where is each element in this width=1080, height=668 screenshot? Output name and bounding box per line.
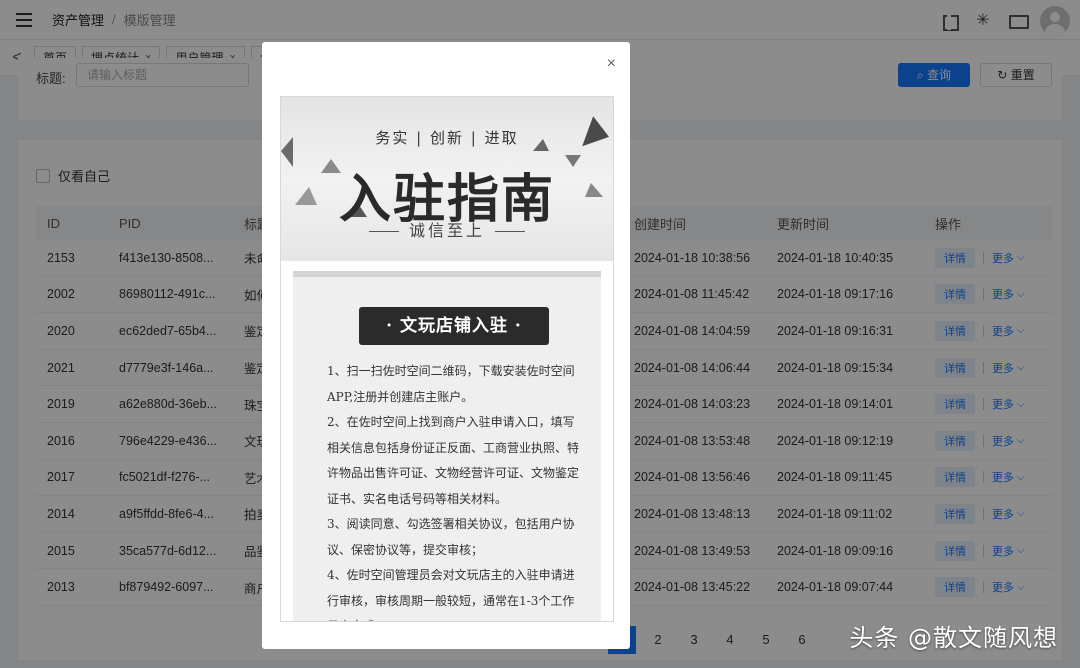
poster-header: 务实 | 创新 | 进取 入驻指南 诚信至上 — [281, 97, 613, 261]
poster-body: · 文玩店铺入驻 · 1、扫一扫佐时空间二维码，下载安装佐时空间APP,注册并创… — [293, 271, 601, 621]
poster-step: 4、佐时空间管理员会对文玩店主的入驻申请进行审核，审核周期一般较短，通常在1-3… — [327, 568, 575, 621]
watermark: 头条 @散文随风想 — [849, 624, 1058, 652]
template-preview-modal: × 务实 | 创新 | 进取 入驻指南 诚信至上 · 文玩店铺入驻 · 1、扫一… — [262, 42, 630, 649]
close-icon[interactable]: × — [607, 56, 616, 72]
poster-step: 3、阅读同意、勾选签署相关协议，包括用户协议、保密协议等，提交审核； — [327, 517, 575, 557]
poster-subtitle-text: 诚信至上 — [408, 221, 485, 240]
poster-step: 2、在佐时空间上找到商户入驻申请入口，填写相关信息包括身份证正反面、工商营业执照… — [327, 415, 580, 506]
poster-step: 1、扫一扫佐时空间二维码，下载安装佐时空间APP,注册并创建店主账户。 — [327, 364, 575, 404]
poster-steps: 1、扫一扫佐时空间二维码，下载安装佐时空间APP,注册并创建店主账户。 2、在佐… — [327, 359, 580, 621]
poster-image: 务实 | 创新 | 进取 入驻指南 诚信至上 · 文玩店铺入驻 · 1、扫一扫佐… — [280, 96, 614, 622]
poster-slogan: 务实 | 创新 | 进取 — [375, 129, 519, 147]
poster-subtitle: 诚信至上 — [281, 217, 613, 241]
poster-badge: · 文玩店铺入驻 · — [359, 307, 549, 345]
